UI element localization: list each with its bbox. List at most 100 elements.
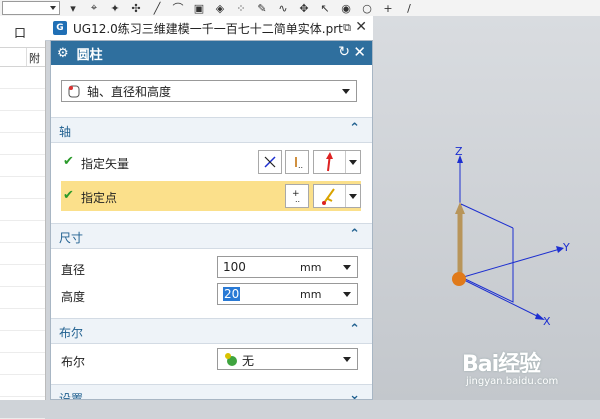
center-icon[interactable]: ◉ — [338, 1, 354, 15]
boolean-dropdown[interactable]: 无 — [217, 348, 358, 370]
vector-type-split-button[interactable] — [313, 150, 361, 174]
reverse-direction-button[interactable] — [258, 150, 282, 174]
settings-section-title: 设置 — [59, 392, 84, 400]
list-item[interactable] — [0, 133, 45, 155]
restore-icon[interactable]: ⧉ — [343, 21, 351, 35]
list-item[interactable] — [0, 89, 45, 111]
list-item[interactable] — [0, 67, 45, 89]
list-item[interactable] — [0, 177, 45, 199]
list-item[interactable] — [0, 375, 45, 397]
move-icon[interactable]: ✥ — [296, 1, 312, 15]
svg-text:..: .. — [295, 195, 300, 204]
close-icon[interactable]: ✕ — [355, 19, 367, 35]
snap-grid-icon[interactable]: ⁘ — [233, 1, 249, 15]
list-item[interactable] — [0, 397, 45, 419]
boolean-section-title: 布尔 — [59, 326, 84, 340]
watermark-logo: Bai经验 — [462, 352, 541, 377]
chevron-up-icon[interactable]: ⌃ — [349, 121, 360, 136]
list-item[interactable] — [0, 221, 45, 243]
chevron-down-icon[interactable] — [343, 292, 351, 297]
plus-icon[interactable]: + — [380, 1, 396, 15]
boolean-none-icon — [224, 352, 238, 366]
specify-vector-label: 指定矢量 — [81, 157, 130, 171]
boolean-value: 无 — [242, 354, 255, 368]
watermark-url: jingyan.baidu.com — [466, 376, 559, 387]
dialog-title: 圆柱 — [76, 47, 103, 63]
snap-icon[interactable]: ✦ — [107, 1, 123, 15]
chevron-down-icon[interactable] — [345, 151, 360, 173]
line-icon[interactable]: ╱ — [149, 1, 165, 15]
y-axis — [459, 248, 561, 279]
chevron-down-icon[interactable] — [345, 185, 360, 207]
type-dropdown[interactable]: 轴、直径和高度 — [61, 80, 357, 102]
check-icon: ✔ — [63, 188, 74, 203]
point-icon[interactable]: ✣ — [128, 1, 144, 15]
sketch-plane — [460, 204, 514, 303]
coordinate-system: Z Y X — [452, 145, 570, 328]
specify-vector-row[interactable]: ✔ 指定矢量 .. — [61, 147, 361, 177]
type-value: 轴、直径和高度 — [87, 84, 172, 99]
curve-icon[interactable]: ∿ — [275, 1, 291, 15]
chevron-down-icon[interactable]: ⌄ — [349, 388, 360, 399]
reset-icon[interactable]: ↻ — [338, 44, 350, 60]
chevron-down-icon[interactable] — [343, 265, 351, 270]
chevron-down-icon — [342, 89, 350, 94]
point-type-split-button[interactable] — [313, 184, 361, 208]
list-item[interactable] — [0, 199, 45, 221]
gear-icon[interactable]: ⚙ — [57, 46, 69, 61]
height-label: 高度 — [61, 290, 86, 304]
axis-vector-arrow[interactable] — [455, 202, 465, 214]
select-icon[interactable]: ⌖ — [86, 1, 102, 15]
filter-icon[interactable]: ▾ — [65, 1, 81, 15]
list-item[interactable] — [0, 309, 45, 331]
diameter-unit: mm — [300, 261, 322, 274]
origin-point[interactable] — [452, 272, 466, 286]
check-icon: ✔ — [63, 154, 74, 169]
navigator-button[interactable]: 口 — [14, 24, 26, 41]
list-item[interactable] — [0, 111, 45, 133]
arrow-icon[interactable]: ↖ — [317, 1, 333, 15]
close-icon[interactable]: ✕ — [353, 43, 366, 61]
toolbar-dropdown[interactable] — [2, 1, 60, 15]
navigator-header: 口 — [0, 16, 45, 48]
specify-point-row[interactable]: ✔ 指定点 +.. — [61, 181, 361, 211]
chevron-down-icon — [343, 357, 351, 362]
height-field[interactable]: 20 mm — [217, 283, 358, 305]
cylinder-type-icon — [67, 84, 81, 98]
view-cube-icon[interactable]: ◈ — [212, 1, 228, 15]
list-item[interactable] — [0, 243, 45, 265]
sketch-plane-edge — [460, 203, 514, 229]
height-value[interactable]: 20 — [223, 287, 241, 301]
chevron-up-icon[interactable]: ⌃ — [349, 322, 360, 337]
diameter-field[interactable]: 100 mm — [217, 256, 358, 278]
list-item[interactable] — [0, 331, 45, 353]
y-axis-label: Y — [562, 241, 570, 254]
settings-section-header[interactable]: 设置 ⌄ — [51, 384, 372, 400]
slash-icon[interactable]: / — [401, 1, 417, 15]
diameter-value[interactable]: 100 — [223, 260, 246, 274]
column-header[interactable]: 附 — [29, 50, 40, 66]
document-tab[interactable]: G UG12.0练习三维建模一千一百七十二简单实体.prt ⧉ ✕ — [45, 16, 373, 41]
diameter-label: 直径 — [61, 263, 86, 277]
list-item[interactable] — [0, 287, 45, 309]
list-item[interactable] — [0, 265, 45, 287]
arc-icon[interactable]: ⌒ — [170, 1, 186, 15]
circle-icon[interactable]: ○ — [359, 1, 375, 15]
graphics-window[interactable]: Z Y X — [373, 16, 600, 400]
watermark: Bai经验 jingyan.baidu.com — [462, 346, 600, 396]
z-axis-label: Z — [455, 145, 463, 158]
x-axis — [459, 277, 542, 319]
boolean-section-header[interactable]: 布尔 ⌃ — [51, 318, 372, 344]
edit-icon[interactable]: ✎ — [254, 1, 270, 15]
column-separator[interactable] — [26, 48, 27, 66]
cube-icon[interactable]: ▣ — [191, 1, 207, 15]
x-axis-label: X — [543, 315, 551, 328]
dimensions-section-header[interactable]: 尺寸 ⌃ — [51, 223, 372, 249]
list-item[interactable] — [0, 353, 45, 375]
vector-dialog-button[interactable]: .. — [285, 150, 309, 174]
specify-point-label: 指定点 — [81, 191, 118, 205]
point-dialog-button[interactable]: +.. — [285, 184, 309, 208]
axis-section-header[interactable]: 轴 ⌃ — [51, 117, 372, 143]
chevron-up-icon[interactable]: ⌃ — [349, 227, 360, 242]
list-item[interactable] — [0, 155, 45, 177]
